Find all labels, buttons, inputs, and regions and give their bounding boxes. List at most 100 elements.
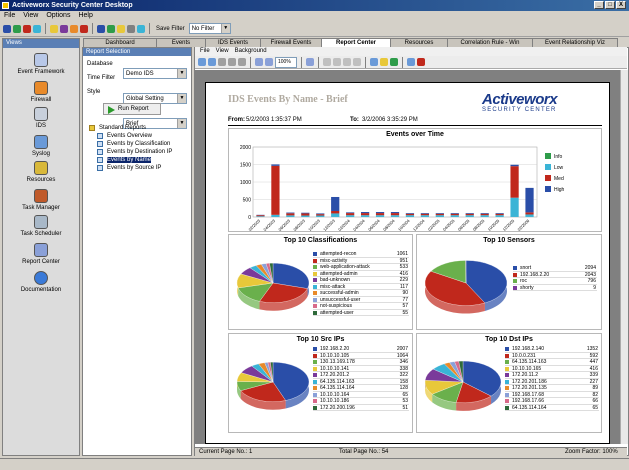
bar-med: [525, 212, 534, 215]
sidebar-item-task-scheduler[interactable]: Task Scheduler: [3, 215, 79, 237]
tree-item-events-by-destination-ip[interactable]: Events by Destination IP: [95, 148, 172, 156]
maximize-button[interactable]: □: [605, 1, 615, 9]
zoom-out-icon[interactable]: [265, 58, 273, 66]
legend-swatch: [313, 284, 317, 289]
menu-file[interactable]: File: [4, 11, 15, 21]
first-page-icon[interactable]: [323, 58, 331, 66]
report-icon[interactable]: [107, 24, 115, 33]
report-menu-file[interactable]: File: [200, 47, 210, 56]
chevron-down-icon[interactable]: ▼: [177, 69, 186, 78]
filter-select[interactable]: No Filter ▼: [188, 23, 231, 34]
legend-swatch: [505, 360, 509, 364]
tab-events[interactable]: Events: [156, 38, 206, 47]
next-page-icon[interactable]: [343, 58, 351, 66]
activeworx-logo: Activeworx SECURITY CENTER: [482, 91, 602, 113]
sidebar-item-syslog[interactable]: Syslog: [3, 135, 79, 157]
refresh-icon[interactable]: [13, 24, 21, 33]
stop-icon[interactable]: [23, 24, 31, 33]
bar-high: [495, 213, 504, 214]
bar-med: [346, 213, 355, 216]
bar-high: [450, 213, 459, 214]
sidebar-item-firewall[interactable]: Firewall: [3, 81, 79, 103]
legend-label: snort: [520, 265, 532, 271]
info-icon[interactable]: [137, 24, 145, 33]
zoom-in-icon[interactable]: [255, 58, 263, 66]
sidebar-item-label: Task Manager: [22, 205, 60, 211]
print-icon[interactable]: [198, 58, 206, 66]
menu-help[interactable]: Help: [78, 11, 92, 21]
chart-options-icon[interactable]: [417, 58, 425, 66]
tree-item-events-overview[interactable]: Events Overview: [95, 132, 172, 140]
vertical-scrollbar[interactable]: [620, 70, 628, 444]
filter-icon[interactable]: [60, 24, 68, 33]
chevron-down-icon[interactable]: ▼: [220, 24, 230, 33]
menu-view[interactable]: View: [23, 11, 38, 21]
chevron-down-icon[interactable]: ▼: [177, 94, 186, 103]
legend-swatch: [505, 366, 509, 371]
legend-swatch: [505, 379, 509, 384]
task-manager-icon: [34, 189, 48, 203]
tab-firewall-events[interactable]: Firewall Events: [260, 38, 322, 47]
database-select[interactable]: Demo IDS ▼: [123, 68, 187, 79]
y-tick-label: 2000: [240, 145, 251, 151]
help-icon[interactable]: [127, 24, 135, 33]
close-button[interactable]: X: [616, 1, 626, 9]
report-menu-background[interactable]: Background: [235, 47, 267, 56]
legend-label: 172.20.201.135: [512, 385, 547, 391]
tab-dashboard[interactable]: Dashboard: [83, 38, 157, 47]
search-icon[interactable]: [33, 24, 41, 33]
tree-item-events-by-source-ip[interactable]: Events by Source IP: [95, 164, 172, 172]
sidebar-item-event-framework[interactable]: Event Framework: [3, 53, 79, 75]
tree-item-events-by-classification[interactable]: Events by Classification: [95, 140, 172, 148]
export-icon[interactable]: [208, 58, 216, 66]
delete-icon[interactable]: [80, 24, 88, 33]
legend-value: 1064: [396, 352, 408, 359]
tab-event-relationship[interactable]: Event Relationship Viz: [532, 38, 618, 47]
prev-page-icon[interactable]: [333, 58, 341, 66]
tab-resources[interactable]: Resources: [390, 38, 448, 47]
sidebar-item-task-manager[interactable]: Task Manager: [3, 189, 79, 211]
sidebar-item-documentation[interactable]: Documentation: [3, 271, 79, 293]
bar-low: [465, 215, 474, 217]
y-tick-label: 1500: [240, 163, 251, 169]
tree-item-standard-reports[interactable]: Standard Reports: [87, 124, 172, 132]
chart-icon[interactable]: [97, 24, 105, 33]
chevron-down-icon[interactable]: ▼: [177, 119, 186, 128]
minimize-button[interactable]: _: [594, 1, 604, 9]
tree-item-events-by-name[interactable]: Events by Name: [95, 156, 172, 164]
open-icon[interactable]: [380, 58, 388, 66]
sidebar-item-resources[interactable]: Resources: [3, 161, 79, 183]
save-filter-button[interactable]: Save Filter: [154, 26, 187, 32]
report-menu-view[interactable]: View: [216, 47, 229, 56]
sidebar-item-label: Resources: [26, 177, 56, 183]
tab-ids-events[interactable]: IDS Events: [205, 38, 261, 47]
tab-correlation-rule[interactable]: Correlation Rule - Win: [447, 38, 533, 47]
watermark-icon[interactable]: [407, 58, 415, 66]
last-page-icon[interactable]: [353, 58, 361, 66]
copy-icon[interactable]: [218, 58, 226, 66]
zoom-select[interactable]: 100%: [275, 56, 297, 68]
bar-high: [375, 212, 385, 214]
find-icon[interactable]: [306, 58, 314, 66]
tab-report-center[interactable]: Report Center: [321, 38, 391, 47]
layout-icon[interactable]: [238, 58, 246, 66]
folder-icon: [89, 125, 95, 131]
bar-high: [316, 213, 325, 215]
filter-select-value: No Filter: [191, 25, 215, 32]
folder-icon[interactable]: [50, 24, 58, 33]
alert-icon[interactable]: [70, 24, 78, 33]
page-setup-icon[interactable]: [228, 58, 236, 66]
multi-page-icon[interactable]: [370, 58, 378, 66]
connect-icon[interactable]: [3, 24, 11, 33]
save-icon[interactable]: [390, 58, 398, 66]
settings-icon[interactable]: [117, 24, 125, 33]
run-report-button[interactable]: Run Report: [103, 103, 161, 115]
legend-swatch: [505, 405, 509, 410]
x-tick-label: 10/2005: [487, 218, 501, 232]
legend-value: 57: [402, 303, 408, 309]
sidebar-item-ids[interactable]: IDS: [3, 107, 79, 129]
sidebar-item-report-center[interactable]: Report Center: [3, 243, 79, 265]
from-value: 5/2/2003 1:35:37 PM: [246, 117, 302, 123]
report-title: IDS Events By Name - Brief: [228, 94, 348, 105]
menu-options[interactable]: Options: [46, 11, 70, 21]
